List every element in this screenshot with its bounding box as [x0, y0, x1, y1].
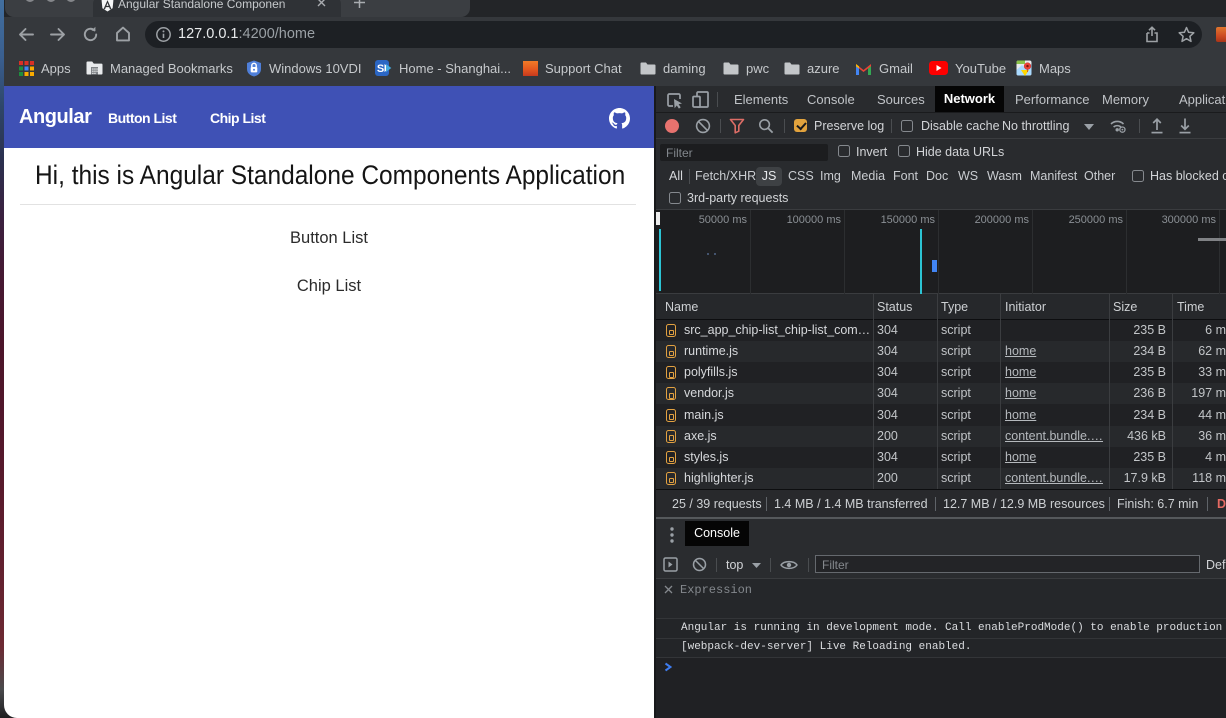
svg-text:S: S: [377, 63, 384, 75]
